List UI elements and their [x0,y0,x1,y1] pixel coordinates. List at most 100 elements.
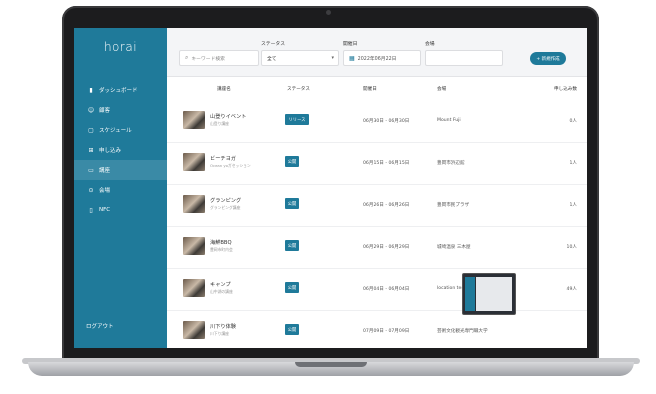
venue-filter-label: 会場 [425,42,435,47]
sidebar-item-schedule[interactable]: ▢ スケジュール [74,120,167,140]
course-thumbnail [183,279,205,297]
sidebar-item-label: 会場 [99,188,111,194]
venue-input[interactable] [425,50,503,66]
date-value: 2022年06月22日 [357,56,397,62]
table-row[interactable]: 山登りイベント 山登り講座 リリース 06月30日 - 06月30日 Mount… [167,100,587,143]
course-date: 07月09日 - 07月09日 [363,329,410,334]
course-date: 06月26日 - 06月26日 [363,203,410,208]
keyword-placeholder: キーワード検索 [191,56,225,62]
course-date: 06月30日 - 06月30日 [363,119,410,124]
course-thumbnail [183,321,205,339]
course-subtitle: Ocean yoガセッション [210,163,251,168]
course-thumbnail [183,111,205,129]
sidebar-item-label: NFC [99,207,111,213]
course-applications: 49人 [566,287,577,292]
status-badge: 公開 [285,240,299,251]
table-row[interactable]: グランピング グランピング講座 公開 06月26日 - 06月26日 豊岡市民プ… [167,184,587,227]
sidebar-item-nfc[interactable]: ▯ NFC [74,200,167,220]
status-badge: 公開 [285,198,299,209]
app-logo: horai [103,40,138,54]
course-subtitle: 山中湖の講座 [210,289,233,294]
sidebar-item-label: スケジュール [99,128,132,134]
course-date: 06月15日 - 06月15日 [363,161,410,166]
course-thumbnail [183,195,205,213]
course-name: 海鮮BBQ [210,240,232,246]
table-row[interactable]: ビーチヨガ Ocean yoガセッション 公開 06月15日 - 06月15日 … [167,142,587,185]
sidebar-item-applications[interactable]: ⊞ 申し込み [74,140,167,160]
preview-body [476,277,512,311]
camera-dot [326,10,331,15]
course-subtitle: 豊岡市町内会 [210,247,233,252]
laptop-base [28,362,634,376]
laptop-lid: horai ▮ ダッシュボード ☺ 顧客 ▢ スケジュール ⊞ 申し込み ▭ 講座 ⊙ 会場… [62,6,599,364]
header-status[interactable]: ステータス [287,86,310,92]
status-badge: リリース [285,114,309,125]
keyword-search-input[interactable]: ⌕ キーワード検索 [179,50,259,66]
course-subtitle: グランピング講座 [210,205,241,210]
header-applications[interactable]: 申し込み数 [554,86,577,92]
sidebar-item-label: 顧客 [99,108,111,114]
nfc-icon: ▯ [89,206,93,214]
sidebar-item-dashboard[interactable]: ▮ ダッシュボード [74,80,167,100]
course-venue: 豊岡市民プラザ [437,203,470,208]
sidebar: horai ▮ ダッシュボード ☺ 顧客 ▢ スケジュール ⊞ 申し込み ▭ 講座 ⊙ 会場… [74,28,167,348]
status-badge: 公開 [285,156,299,167]
bar-chart-icon: ▮ [89,86,93,94]
table-row[interactable]: キャンプ 山中湖の講座 公開 06月04日 - 06月04日 location … [167,268,587,311]
header-date[interactable]: 開催日 [363,86,377,92]
grid-icon: ⊞ [88,146,94,154]
person-icon: ☺ [87,106,95,114]
table-header: 講座名 ステータス 開催日 会場 申し込み数 [167,80,587,98]
sidebar-item-label: 講座 [99,168,111,174]
course-name: グランピング [210,198,242,204]
status-filter-label: ステータス [261,42,285,47]
calendar-icon: ▦ [349,54,355,62]
course-thumbnail [183,153,205,171]
screenshot-preview-thumbnail[interactable] [462,273,516,315]
pin-icon: ⊙ [88,186,94,194]
sidebar-item-label: 申し込み [99,148,122,154]
logout-link[interactable]: ログアウト [86,322,114,330]
course-name: 川下り体験 [210,324,236,330]
header-venue[interactable]: 会場 [437,86,446,92]
course-applications: 10人 [566,245,577,250]
course-thumbnail [183,237,205,255]
status-badge: 公開 [285,324,299,335]
course-venue: 城崎温泉 三木屋 [437,245,471,250]
date-filter-label: 開催日 [343,42,358,47]
course-venue: 豊岡市浜辺館 [437,161,465,166]
sidebar-nav: ▮ ダッシュボード ☺ 顧客 ▢ スケジュール ⊞ 申し込み ▭ 講座 ⊙ 会場 ▯ NFC [74,80,167,220]
preview-sidebar [465,277,475,311]
filter-bar: ⌕ キーワード検索 ステータス 全て ▾ 開催日 ▦ 2022年06月22日 会… [167,28,587,77]
course-name: キャンプ [210,282,231,288]
calendar-icon: ▢ [88,126,94,134]
course-venue: Mount Fuji [437,118,461,123]
course-subtitle: 山登り講座 [210,121,229,126]
date-picker-input[interactable]: ▦ 2022年06月22日 [343,50,421,66]
status-badge: 公開 [285,282,299,293]
course-subtitle: 川下り講座 [210,331,229,336]
table-row[interactable]: 川下り体験 川下り講座 公開 07月09日 - 07月09日 芸術文化観光専門職… [167,310,587,348]
search-icon: ⌕ [185,54,189,61]
sidebar-item-customers[interactable]: ☺ 顧客 [74,100,167,120]
header-course-name[interactable]: 講座名 [217,86,231,92]
course-date: 06月29日 - 06月29日 [363,245,410,250]
sidebar-item-venues[interactable]: ⊙ 会場 [74,180,167,200]
course-venue: 芸術文化観光専門職大学 [437,329,488,334]
card-icon: ▭ [88,166,94,174]
new-course-button[interactable]: + 新規作成 [530,52,566,65]
course-name: ビーチヨガ [210,156,236,162]
status-select[interactable]: 全て ▾ [261,50,339,66]
course-applications: 1人 [569,161,577,166]
laptop-notch [295,362,367,367]
chevron-down-icon: ▾ [331,55,334,61]
course-date: 06月04日 - 06月04日 [363,287,410,292]
course-applications: 1人 [569,203,577,208]
sidebar-item-courses[interactable]: ▭ 講座 [74,160,167,180]
course-name: 山登りイベント [210,114,247,120]
status-select-value: 全て [267,56,277,62]
sidebar-item-label: ダッシュボード [99,88,138,94]
table-row[interactable]: 海鮮BBQ 豊岡市町内会 公開 06月29日 - 06月29日 城崎温泉 三木屋… [167,226,587,269]
course-applications: 0人 [569,119,577,124]
main-content: ⌕ キーワード検索 ステータス 全て ▾ 開催日 ▦ 2022年06月22日 会… [167,28,587,348]
